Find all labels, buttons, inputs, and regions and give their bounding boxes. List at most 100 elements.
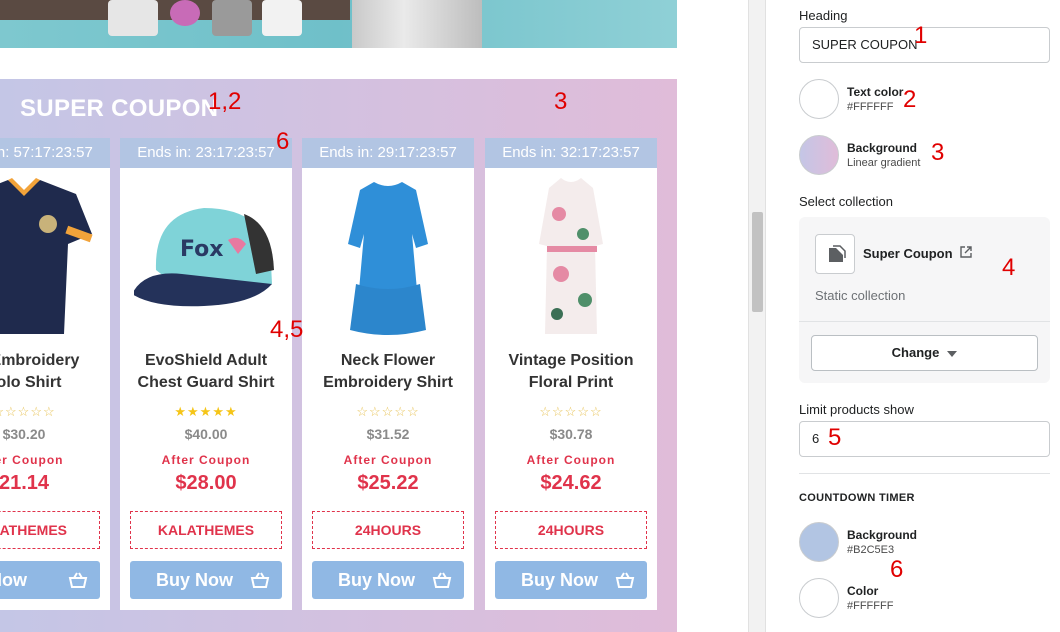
annotation-3: 3 <box>931 139 945 166</box>
product-card[interactable]: Ends in: 23:17:23:57 Fox EvoShield Adult… <box>120 138 292 610</box>
after-coupon-label: fter Coupon <box>0 453 64 467</box>
polo-shirt-image <box>0 178 93 334</box>
product-card[interactable]: Ends in: 29:17:23:57 Neck Flower Embroid… <box>302 138 474 610</box>
svg-text:Fox: Fox <box>180 237 223 262</box>
product-name: Neck Flower Embroidery Shirt <box>302 350 474 394</box>
countdown-timer: Ends in: 32:17:23:57 <box>485 138 657 168</box>
product-name-line2: Chest Guard Shirt <box>137 374 275 391</box>
collection-picker: Super Coupon Static collection Change <box>799 217 1050 383</box>
banner-appliance <box>262 0 302 36</box>
product-name: EvoShield Adult Chest Guard Shirt <box>120 350 292 394</box>
text-color-swatch[interactable] <box>799 79 839 119</box>
original-price: $30.20 <box>2 426 46 442</box>
basket-icon <box>250 572 270 588</box>
basket-icon <box>68 572 88 588</box>
product-name-line1: Vintage Position <box>508 352 634 369</box>
limit-products-label: Limit products show <box>799 402 914 417</box>
buy-now-button[interactable]: Buy Now <box>495 561 647 599</box>
annotation-collection: 4,5 <box>270 316 304 343</box>
coupon-price: $24.62 <box>540 472 602 494</box>
after-coupon-label: After Coupon <box>161 453 251 467</box>
product-name-line2: olo Shirt <box>0 374 62 391</box>
timer-color-value: #FFFFFF <box>847 600 894 612</box>
external-link-icon[interactable] <box>959 245 973 259</box>
countdown-timer: Ends in: 23:17:23:57 <box>120 138 292 168</box>
coupon-code[interactable]: ALATHEMES <box>0 511 100 549</box>
buy-now-label: Buy Now <box>156 570 234 590</box>
store-preview: SUPER COUPON Ends in: 57:17:23:57 Embroi… <box>0 0 748 632</box>
background-title: Background <box>847 141 918 155</box>
rating-stars: ★★★★★ <box>174 404 238 419</box>
product-name: Embroidery olo Shirt <box>0 350 110 394</box>
coupon-code[interactable]: 24HOURS <box>312 511 464 549</box>
basket-icon <box>615 572 635 588</box>
background-swatch[interactable] <box>799 135 839 175</box>
timer-color-title: Color <box>847 584 879 598</box>
coupon-price: 21.14 <box>0 472 50 494</box>
timer-background-value: #B2C5E3 <box>847 544 895 556</box>
product-card[interactable]: Ends in: 32:17:23:57 Vintage Position Fl… <box>485 138 657 610</box>
section-title: SUPER COUPON <box>20 95 219 122</box>
timer-background-title: Background <box>847 528 918 542</box>
banner-appliance <box>170 0 200 26</box>
countdown-timer: Ends in: 29:17:23:57 <box>302 138 474 168</box>
rating-stars: ☆☆☆☆☆ <box>0 404 56 419</box>
after-coupon-label: After Coupon <box>526 453 616 467</box>
product-name-line2: Embroidery Shirt <box>323 374 453 391</box>
after-coupon-label: After Coupon <box>343 453 433 467</box>
collection-type: Static collection <box>815 288 906 303</box>
banner-appliance <box>108 0 158 36</box>
coupon-code[interactable]: 24HOURS <box>495 511 647 549</box>
timer-color-swatch[interactable] <box>799 578 839 618</box>
rating-stars: ☆☆☆☆☆ <box>356 404 420 419</box>
coupon-price: $28.00 <box>175 472 237 494</box>
annotation-timer: 6 <box>276 128 290 155</box>
collection-divider <box>799 321 1050 322</box>
product-card[interactable]: Ends in: 57:17:23:57 Embroidery olo Shir… <box>0 138 110 610</box>
product-name-line1: EvoShield Adult <box>144 352 268 369</box>
collection-name[interactable]: Super Coupon <box>863 246 953 261</box>
chevron-down-icon <box>947 350 958 357</box>
banner-appliance <box>212 0 252 36</box>
product-name-line1: Neck Flower <box>340 352 436 369</box>
super-coupon-section: SUPER COUPON Ends in: 57:17:23:57 Embroi… <box>0 79 677 632</box>
section-divider <box>799 473 1050 474</box>
original-price: $31.52 <box>366 426 410 442</box>
select-collection-label: Select collection <box>799 194 893 209</box>
coupon-price: $25.22 <box>357 472 419 494</box>
floral-dress-image <box>539 178 603 334</box>
change-label: Change <box>891 345 940 360</box>
change-collection-button[interactable]: Change <box>811 335 1038 371</box>
hero-banner-image <box>0 0 677 48</box>
annotation-5: 5 <box>828 424 842 451</box>
text-color-title: Text color <box>847 85 904 99</box>
heading-label: Heading <box>799 8 848 23</box>
background-value: Linear gradient <box>847 157 921 169</box>
collection-tag-icon <box>815 234 855 274</box>
annotation-1: 1 <box>914 22 928 49</box>
annotation-4: 4 <box>1002 254 1016 281</box>
countdown-timer-heading: COUNTDOWN TIMER <box>799 492 915 504</box>
original-price: $40.00 <box>184 426 228 442</box>
buy-now-label: Buy Now <box>521 570 599 590</box>
annotation-title: 1,2 <box>208 88 242 115</box>
product-name-line1: Embroidery <box>0 352 80 369</box>
scrollbar-thumb[interactable] <box>752 212 763 312</box>
buy-now-button[interactable]: Buy Now <box>312 561 464 599</box>
coupon-code[interactable]: KALATHEMES <box>130 511 282 549</box>
buy-now-button[interactable]: y Now <box>0 561 100 599</box>
annotation-2: 2 <box>903 86 917 113</box>
product-name: Vintage Position Floral Print <box>485 350 657 394</box>
preview-scrollbar[interactable] <box>748 0 766 632</box>
blue-dress-image <box>348 182 428 335</box>
buy-now-button[interactable]: Buy Now <box>130 561 282 599</box>
product-name-line2: Floral Print <box>528 374 614 391</box>
annotation-6: 6 <box>890 556 904 583</box>
basket-icon <box>432 572 452 588</box>
trucker-cap-image: Fox <box>134 208 274 307</box>
banner-fridge <box>352 0 482 48</box>
text-color-value: #FFFFFF <box>847 101 894 113</box>
timer-background-swatch[interactable] <box>799 522 839 562</box>
original-price: $30.78 <box>549 426 593 442</box>
annotation-background: 3 <box>554 88 568 115</box>
